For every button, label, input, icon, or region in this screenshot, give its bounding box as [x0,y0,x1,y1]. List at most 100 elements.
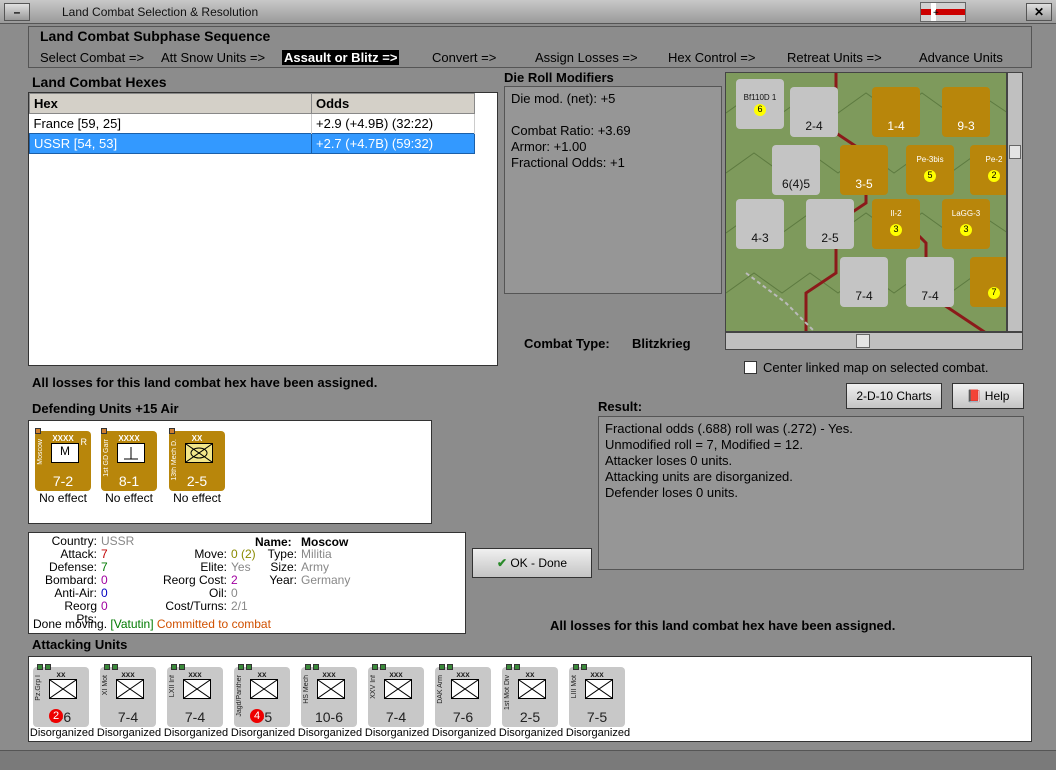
unit-status: Disorganized [565,727,631,739]
scroll-thumb[interactable] [856,334,870,348]
result-panel: Fractional odds (.688) roll was (.272) -… [598,416,1024,570]
mot-infantry-icon [116,679,144,699]
close-icon[interactable]: ✕ [1026,3,1052,21]
unit-info-labels-mid: Move: Elite: Reorg Cost: Oil: Cost/Turns… [149,548,227,613]
attacking-unit-counter[interactable]: xxx XI Mot 7-4 [100,664,156,727]
map-counter-air[interactable]: Pe-2 2 [970,145,1006,195]
unit-strength: 10-6 [314,709,344,725]
unit-strength: 7-4 [184,709,206,725]
unit-strength: 7-4 [385,709,407,725]
unit-name: DAK Arm [437,675,444,704]
defending-unit-counter[interactable]: XX 13th Mech D. 2-5 [169,428,225,491]
help-button[interactable]: 📕 Help [952,383,1024,409]
map-counter-label: Pe-2 [985,155,1003,164]
map-counter-air[interactable]: 7 [970,257,1006,307]
map-counter-unit[interactable]: 2-5 [806,199,854,249]
done-moving-text: Done moving. [33,617,108,631]
unit-status: No effect [105,491,153,505]
unit-name: LXII Inf [169,675,176,698]
unit-strength: 7-2 [52,473,74,489]
defending-unit-counter[interactable]: XXXX R Moscow M 7-2 [35,428,91,491]
result-line: Attacking units are disorganized. [605,469,793,484]
result-line: Fractional odds (.688) roll was (.272) -… [605,421,853,436]
attacking-unit-counter[interactable]: xxPz.Grp I2-62 [33,664,89,727]
attacking-unit-counter[interactable]: xxx LIII Mot 7-5 [569,664,625,727]
map-counter-label: 4-3 [751,231,769,245]
unit-name: Moscow [37,439,44,465]
result-line: Attacker loses 0 units. [605,453,733,468]
map-vertical-scrollbar[interactable] [1007,72,1023,332]
map-counter-unit[interactable]: 4-3 [736,199,784,249]
map-counter-air[interactable]: Il-2 3 [872,199,920,249]
losses-assigned-message-bottom: All losses for this land combat hex have… [550,618,896,633]
map-counter-unit[interactable]: 7-4 [906,257,954,307]
cost-label: Cost/Turns: [165,599,227,613]
map-counter-label: 6(4)5 [781,177,810,191]
attacking-unit-counter[interactable]: xxx LXII Inf 7-4 [167,664,223,727]
result-line: Unmodified roll = 7, Modified = 12. [605,437,803,452]
committed-text: Committed to combat [156,617,271,631]
phase-assign-losses: Assign Losses => [535,50,638,65]
map-counter-label: 2-5 [821,231,839,245]
unit-info-labels-right: Type: Size: Year: [265,548,297,587]
unit-info-values-left: USSR 7 7 0 0 0 [101,535,134,613]
attacking-unit-counter[interactable]: xxx HS Mech 10-6 [301,664,357,727]
minimize-button[interactable]: – [4,3,30,21]
map-counter-unit[interactable]: 2-4 [790,87,838,137]
table-row-selected[interactable]: USSR [54, 53] +2.7 (+4.7B) (59:32) [29,133,475,154]
odds-cell: +2.9 (+4.9B) (32:22) [311,113,475,134]
attacking-units-title: Attacking Units [32,637,128,652]
map-counter-value: 3 [960,224,972,236]
map-counter-unit[interactable]: 7-4 [840,257,888,307]
phase-hex-control: Hex Control => [668,50,756,65]
map-counter-air[interactable]: Pe-3bis 5 [906,145,954,195]
window-titlebar: – Land Combat Selection & Resolution + ✕ [0,0,1056,24]
phase-advance-units: Advance Units [919,50,1003,65]
panzer-icon [49,679,77,699]
die-roll-modifiers-panel: Die mod. (net): +5 Combat Ratio: +3.69 A… [504,86,722,294]
map-counter-unit[interactable]: 3-5 [840,145,888,195]
map-counter-label: Il-2 [890,209,902,218]
center-map-checkbox[interactable] [744,361,757,374]
linked-map[interactable]: Bf110D 1 6 2-4 1-4 9-3 6(4)5 3-5 Pe-3bis 5… [725,72,1007,332]
unit-name: Pz.Grp I [35,675,42,701]
defending-unit-counter[interactable]: XXXX 1st GD Garr 8-1 [101,428,157,491]
unit-strength: 7-4 [117,709,139,725]
defending-units-title: Defending Units +15 Air [32,401,179,416]
table-row[interactable]: France [59, 25] +2.9 (+4.9B) (32:22) [29,113,475,134]
hex-list-panel: Hex Odds France [59, 25] +2.9 (+4.9B) (3… [28,92,498,366]
attacking-unit-counter[interactable]: xx 1st Mot Div 2-5 [502,664,558,727]
unit-name: 1st GD Garr [103,439,110,477]
hex-cell: USSR [54, 53] [29,133,312,154]
attacking-unit-counter[interactable]: xxx XXV Inf 7-4 [368,664,424,727]
modifier-line: Armor: +1.00 [511,139,587,154]
unit-status: Disorganized [230,727,296,739]
defending-units-panel: XXXX R Moscow M 7-2 No effect XXXX 1st G… [28,420,432,524]
map-counter-air[interactable]: LaGG-3 3 [942,199,990,249]
charts-button[interactable]: 2-D-10 Charts [846,383,942,409]
odds-column-header[interactable]: Odds [311,93,475,114]
unit-name: XI Mot [102,675,109,696]
center-map-label: Center linked map on selected combat. [763,360,989,375]
attacking-unit-counter[interactable]: xxJagd/Panther4-54 [234,664,290,727]
map-counter-air[interactable]: Bf110D 1 6 [736,79,784,129]
unit-status: Disorganized [29,727,95,739]
status-line: Done moving. [Vatutin] Committed to comb… [33,617,271,631]
hex-column-header[interactable]: Hex [29,93,312,114]
map-counter-unit[interactable]: 9-3 [942,87,990,137]
map-counter-unit[interactable]: 6(4)5 [772,145,820,195]
scroll-thumb[interactable] [1009,145,1021,159]
map-counter-label: 7-4 [921,289,939,303]
modifier-spacer [511,107,715,123]
unit-status: Disorganized [364,727,430,739]
losses-assigned-message: All losses for this land combat hex have… [32,375,378,390]
map-counter-unit[interactable]: 1-4 [872,87,920,137]
odds-cell: +2.7 (+4.7B) (59:32) [311,133,475,154]
unit-name: LIII Mot [571,675,578,699]
unit-status: Disorganized [163,727,229,739]
year-value: Germany [301,573,351,587]
attacking-unit-counter[interactable]: xxx DAK Arm 7-6 [435,664,491,727]
map-horizontal-scrollbar[interactable] [725,332,1023,350]
checkmark-icon: ✔ [496,556,507,570]
ok-done-button[interactable]: ✔ OK - Done [472,548,592,578]
